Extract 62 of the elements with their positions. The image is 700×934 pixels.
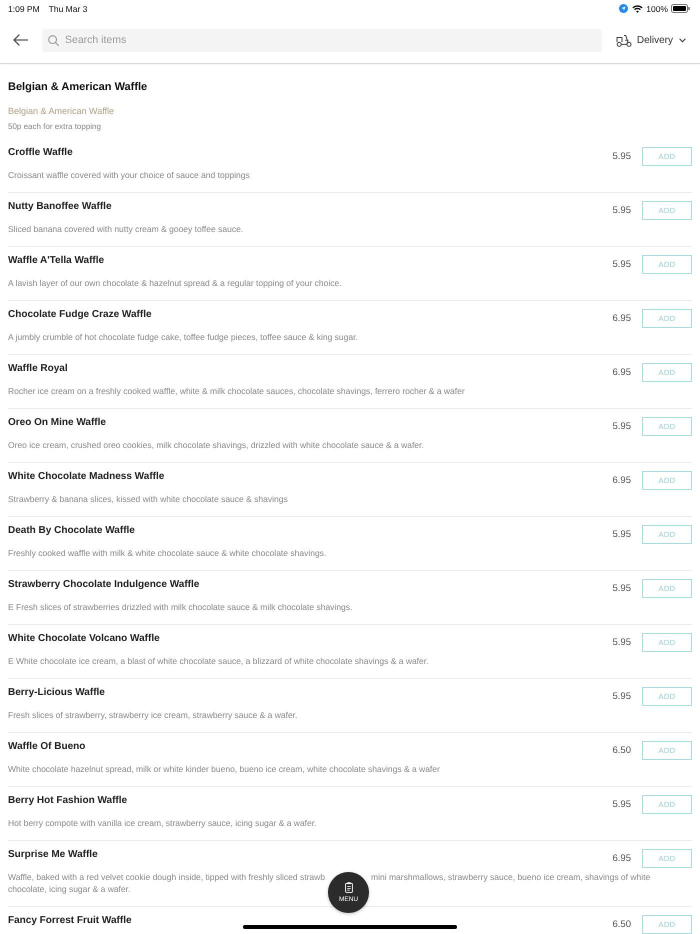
item-name: Fancy Forrest Fruit Waffle bbox=[8, 914, 132, 928]
section-note: 50p each for extra topping bbox=[8, 120, 102, 132]
item-name: Nutty Banoffee Waffle bbox=[8, 200, 112, 214]
delivery-dropdown[interactable]: Delivery bbox=[616, 34, 686, 46]
item-name: Waffle Of Bueno bbox=[8, 740, 86, 754]
item-price: 6.95 bbox=[612, 366, 631, 380]
item-price: 6.50 bbox=[612, 744, 631, 758]
scooter-icon bbox=[616, 34, 632, 46]
item-name: Berry Hot Fashion Waffle bbox=[8, 794, 128, 808]
status-date: Thu Mar 3 bbox=[48, 4, 88, 14]
back-arrow-icon[interactable] bbox=[13, 34, 28, 46]
item-description: White chocolate hazelnut spread, milk or white kinder bueno, bueno ice cream, white chocolate shavings & a wafer bbox=[8, 763, 441, 775]
item-name: Oreo On Mine Waffle bbox=[8, 416, 106, 430]
item-description: Hot berry compote with vanilla ice cream, strawberry sauce, icing sugar & a wafer. bbox=[8, 817, 318, 829]
section-title: Belgian & American Waffle bbox=[8, 80, 148, 94]
item-name: Death By Chocolate Waffle bbox=[8, 524, 135, 538]
item-name: Waffle A'Tella Waffle bbox=[8, 254, 104, 268]
location-arrow-icon bbox=[619, 4, 628, 13]
item-price: 5.95 bbox=[612, 636, 631, 650]
item-name: White Chocolate Madness Waffle bbox=[8, 470, 164, 484]
item-price: 5.95 bbox=[612, 798, 631, 812]
item-description: A jumbly crumble of hot chocolate fudge cake, toffee fudge pieces, toffee sauce & king sugar. bbox=[8, 331, 359, 343]
item-price: 6.95 bbox=[612, 852, 631, 866]
item-price: 5.95 bbox=[612, 258, 631, 272]
section-subtitle: Belgian & American Waffle bbox=[8, 105, 116, 117]
item-price: 5.95 bbox=[612, 690, 631, 704]
chevron-down-icon bbox=[679, 38, 686, 42]
item-price: 5.95 bbox=[612, 204, 631, 218]
item-description: A lavish layer of our own chocolate & hazelnut spread & a regular topping of your choice. bbox=[8, 277, 343, 289]
item-name: White Chocolate Volcano Waffle bbox=[8, 632, 160, 646]
item-description: Fresh slices of strawberry, strawberry ice cream, strawberry sauce & a wafer. bbox=[8, 709, 298, 721]
item-description: Sliced banana covered with nutty cream & gooey toffee sauce. bbox=[8, 223, 244, 235]
battery-icon bbox=[671, 4, 690, 13]
item-name: Waffle Royal bbox=[8, 362, 68, 376]
item-price: 5.95 bbox=[612, 150, 631, 164]
item-description: mini marshmallows, strawberry sauce, bueno ice cream, shavings of white bbox=[371, 871, 650, 883]
search-icon bbox=[48, 34, 59, 46]
item-price: 6.95 bbox=[612, 474, 631, 488]
item-description: Waffle, baked with a red velvet cookie dough inside, tipped with freshly sliced strawb bbox=[8, 871, 326, 883]
item-description: chocolate, icing sugar & a wafer. bbox=[8, 883, 130, 895]
item-description: E Fresh slices of strawberries drizzled with milk chocolate sauce & milk chocolate shavings. bbox=[8, 601, 354, 613]
wifi-icon bbox=[632, 4, 644, 12]
item-price: 6.95 bbox=[612, 312, 631, 326]
item-name: Chocolate Fudge Craze Waffle bbox=[8, 308, 152, 322]
item-price: 6.50 bbox=[612, 918, 631, 932]
battery-percent: 100% bbox=[646, 4, 668, 14]
item-name: Croffle Waffle bbox=[8, 146, 73, 160]
item-price: 5.95 bbox=[612, 528, 631, 542]
item-description: E White chocolate ice cream, a blast of white chocolate sauce, a blizzard of white chocolate shavings & a wafer. bbox=[8, 655, 430, 667]
item-description: Oreo ice cream, crushed oreo cookies, milk chocolate shavings, drizzled with white chocolate sauce & a wafer. bbox=[8, 439, 425, 451]
clipboard-icon bbox=[344, 882, 353, 892]
item-name: Surprise Me Waffle bbox=[8, 848, 98, 862]
item-description: Rocher ice cream on a freshly cooked waffle, white & milk chocolate sauces, chocolate shavings, ferrero rocher & a wafer bbox=[8, 385, 466, 397]
search-field[interactable]: Search items bbox=[42, 28, 602, 52]
item-name: Strawberry Chocolate Indulgence Waffle bbox=[8, 578, 200, 592]
item-description: Croissant waffle covered with your choice of sauce and toppings bbox=[8, 169, 251, 181]
item-description: Freshly cooked waffle with milk & white chocolate sauce & white chocolate shavings. bbox=[8, 547, 328, 559]
item-description: Strawberry & banana slices, kissed with white chocolate sauce & shavings bbox=[8, 493, 289, 505]
item-price: 5.95 bbox=[612, 420, 631, 434]
item-price: 5.95 bbox=[612, 582, 631, 596]
item-name: Berry-Licious Waffle bbox=[8, 686, 105, 700]
status-time: 1:09 PM bbox=[8, 4, 40, 14]
